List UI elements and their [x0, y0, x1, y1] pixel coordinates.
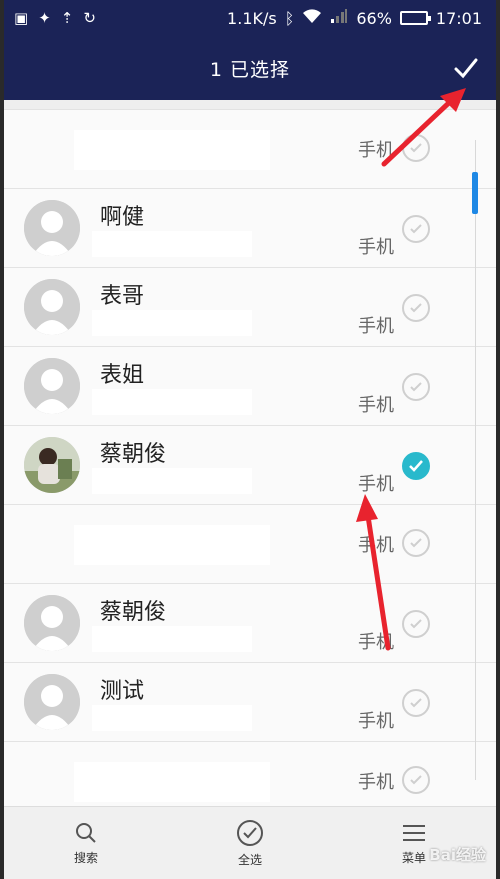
phone-type-label: 手机 [358, 632, 394, 653]
contact-name: 表哥 [100, 284, 145, 309]
confirm-button[interactable] [448, 50, 484, 86]
phone-type-label: 手机 [358, 140, 394, 161]
gallery-icon: ▣ [14, 9, 29, 27]
contact-row[interactable]: 测试手机 [4, 663, 496, 742]
title-bar: 1 已选择 [4, 36, 496, 100]
menu-label: 菜单 [401, 850, 426, 865]
selected-check-icon[interactable] [402, 452, 430, 480]
scrollbar-thumb[interactable] [472, 172, 478, 214]
clock: 17:01 [435, 8, 482, 28]
search-icon [76, 822, 96, 843]
status-bar: ▣ ✦ ⇡ ↻ 1.1K/s ᛒ 66% 17:01 [4, 0, 496, 36]
phone-type-label: 手机 [358, 772, 394, 793]
search-label: 搜索 [73, 850, 98, 865]
redacted-contact [74, 130, 270, 170]
redacted-contact [74, 762, 270, 802]
select-check-icon[interactable] [402, 766, 430, 794]
bluetooth-icon: ᛒ [284, 8, 295, 28]
status-icons-left: ▣ ✦ ⇡ ↻ [14, 9, 96, 27]
contact-name: 啊健 [100, 205, 145, 230]
default-avatar-icon [24, 358, 80, 414]
select-check-icon[interactable] [402, 689, 430, 717]
contact-row[interactable]: 蔡朝俊手机 [4, 426, 496, 505]
contact-row[interactable]: 啊健手机 [4, 189, 496, 268]
menu-icon [403, 824, 425, 841]
select-check-icon[interactable] [402, 373, 430, 401]
contact-photo [24, 437, 80, 493]
phone-type-label: 手机 [358, 237, 394, 258]
contact-name: 测试 [100, 679, 145, 704]
contact-row[interactable]: 手机 [4, 505, 496, 584]
contact-name: 表姐 [100, 363, 145, 388]
phone-type-label: 手机 [358, 316, 394, 337]
search-button[interactable]: 搜索 [26, 821, 146, 866]
upload-icon: ⇡ [60, 9, 74, 27]
select-all-label: 全选 [237, 852, 262, 867]
check-circle-icon [237, 819, 263, 846]
wifi-icon [302, 8, 322, 28]
select-check-icon[interactable] [402, 294, 430, 322]
watermark: Bai经验 [429, 846, 486, 864]
redacted-contact [74, 525, 270, 565]
select-check-icon[interactable] [402, 610, 430, 638]
battery-percent: 66% [356, 8, 392, 28]
phone-type-label: 手机 [358, 535, 394, 556]
signal-icon [330, 8, 348, 28]
contact-row[interactable]: 手机 [4, 110, 496, 189]
default-avatar-icon [24, 674, 80, 730]
redacted-number [92, 468, 252, 494]
select-all-button[interactable]: 全选 [190, 819, 310, 868]
contact-row[interactable]: 蔡朝俊手机 [4, 584, 496, 663]
redacted-number [92, 231, 252, 257]
phone-type-label: 手机 [358, 474, 394, 495]
contact-name: 蔡朝俊 [100, 600, 167, 625]
select-check-icon[interactable] [402, 529, 430, 557]
select-check-icon[interactable] [402, 215, 430, 243]
contact-row[interactable]: 表姐手机 [4, 347, 496, 426]
phone-screen: ▣ ✦ ⇡ ↻ 1.1K/s ᛒ 66% 17:01 1 已选择 手机 啊健 手机表 [0, 0, 500, 879]
list-top-divider [4, 100, 496, 110]
default-avatar-icon [24, 200, 80, 256]
scrollbar-track [475, 140, 476, 780]
contact-list[interactable]: 手机 啊健 手机 表哥 手机 表姐 手机 蔡朝俊 手机 手机 蔡朝俊 手机 测试 手机 手机 [4, 100, 496, 806]
redacted-number [92, 389, 252, 415]
redacted-number [92, 626, 252, 652]
default-avatar-icon [24, 595, 80, 651]
notification-icon: ✦ [38, 9, 51, 27]
sync-icon: ↻ [83, 9, 96, 27]
battery-icon [399, 11, 431, 25]
redacted-number [92, 705, 252, 731]
bottom-toolbar: 搜索 全选 菜单 [4, 806, 496, 879]
contact-name: 蔡朝俊 [100, 442, 167, 467]
contact-row[interactable]: 手机 [4, 742, 496, 806]
select-check-icon[interactable] [402, 134, 430, 162]
redacted-number [92, 310, 252, 336]
status-icons-right: 1.1K/s ᛒ 66% 17:01 [227, 8, 482, 28]
page-title: 1 已选择 [209, 58, 291, 81]
network-speed: 1.1K/s [227, 8, 277, 28]
phone-type-label: 手机 [358, 395, 394, 416]
check-icon [454, 58, 478, 79]
contact-row[interactable]: 表哥手机 [4, 268, 496, 347]
default-avatar-icon [24, 279, 80, 335]
phone-type-label: 手机 [358, 711, 394, 732]
